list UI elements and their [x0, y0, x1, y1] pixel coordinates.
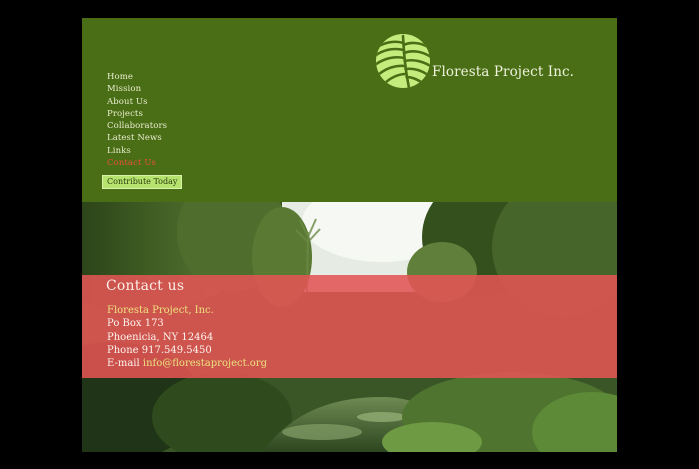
nav-item-home[interactable]: Home [107, 71, 167, 83]
site-container: Home Mission About Us Projects Collabora… [82, 18, 617, 452]
email-label: E-mail [107, 358, 140, 370]
brand-name[interactable]: Floresta Project Inc. [432, 64, 574, 80]
nav-item-contact-us[interactable]: Contact Us [107, 157, 167, 169]
nav-item-collaborators[interactable]: Collaborators [107, 120, 167, 132]
main-nav: Home Mission About Us Projects Collabora… [107, 71, 167, 169]
contact-phone: Phone 917.549.5450 [107, 344, 212, 356]
nav-item-about-us[interactable]: About Us [107, 96, 167, 108]
nav-item-links[interactable]: Links [107, 145, 167, 157]
contact-org: Floresta Project, Inc. [107, 305, 214, 316]
nav-item-projects[interactable]: Projects [107, 108, 167, 120]
contact-details: Floresta Project, Inc. Po Box 173 Phoeni… [107, 304, 267, 370]
nav-item-latest-news[interactable]: Latest News [107, 132, 167, 144]
leaf-icon[interactable] [375, 33, 431, 89]
email-link[interactable]: info@florestaproject.org [143, 358, 267, 369]
contact-email-line: E-mail info@florestaproject.org [107, 357, 267, 370]
nav-item-mission[interactable]: Mission [107, 83, 167, 95]
contact-city: Phoenicia, NY 12464 [107, 331, 214, 343]
site-header: Home Mission About Us Projects Collabora… [82, 18, 617, 202]
contribute-button[interactable]: Contribute Today [102, 175, 183, 189]
contact-title: Contact us [106, 278, 185, 294]
contact-po-box: Po Box 173 [107, 318, 164, 330]
